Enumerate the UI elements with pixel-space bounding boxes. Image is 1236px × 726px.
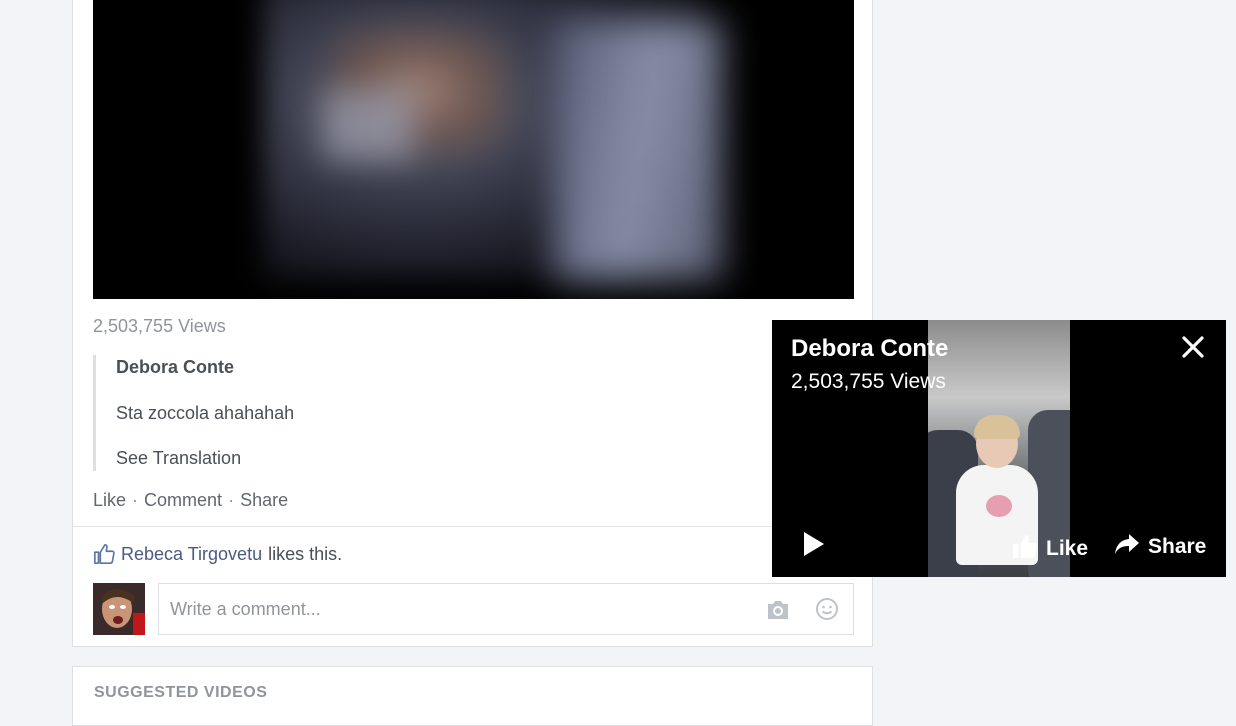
camera-icon[interactable] [765, 599, 791, 626]
comment-quote: Debora Conte Sta zoccola ahahahah See Tr… [93, 355, 513, 471]
comment-text: Sta zoccola ahahahah [116, 403, 295, 423]
separator: · [228, 490, 235, 510]
avatar[interactable] [93, 583, 145, 635]
video-frame-blur [323, 90, 413, 160]
mini-like-label: Like [1046, 537, 1089, 560]
thumbs-up-icon [93, 543, 115, 565]
share-arrow-icon [1114, 533, 1140, 561]
suggested-videos-card: SUGGESTED VIDEOS [72, 666, 873, 726]
mini-player-views: 2,503,755 Views [791, 370, 946, 393]
suggested-videos-heading: SUGGESTED VIDEOS [94, 684, 268, 701]
mini-share-label: Share [1148, 535, 1207, 558]
comment-input[interactable] [168, 597, 732, 621]
see-translation-link[interactable]: See Translation [116, 448, 241, 469]
post-card: 2,503,755 Views Debora Conte Sta zoccola… [72, 0, 873, 647]
child-hair [974, 415, 1020, 439]
comment-link[interactable]: Comment [144, 490, 222, 511]
shirt-print [986, 495, 1012, 517]
like-link[interactable]: Like [93, 490, 126, 511]
play-icon[interactable] [802, 530, 826, 563]
comment-author-link[interactable]: Debora Conte [116, 357, 234, 378]
mini-share-button[interactable]: Share [1114, 533, 1206, 561]
view-count: 2,503,755 Views [93, 316, 226, 336]
separator: · [132, 490, 139, 510]
mini-player-title[interactable]: Debora Conte [791, 335, 948, 363]
comment-field[interactable] [158, 583, 854, 635]
video-player[interactable] [93, 0, 854, 299]
video-frame-blur [553, 20, 723, 280]
share-link[interactable]: Share [240, 490, 288, 511]
thumbs-up-icon [1012, 533, 1038, 565]
mini-video-player[interactable]: Debora Conte 2,503,755 Views Like Share [772, 320, 1226, 577]
likes-summary: Rebeca Tirgovetu likes this. [93, 543, 342, 565]
smiley-icon[interactable] [815, 597, 839, 626]
likes-suffix: likes this. [268, 543, 343, 564]
divider [73, 526, 872, 527]
post-actions: Like · Comment · Share [93, 490, 288, 511]
mini-like-button[interactable]: Like [1012, 533, 1088, 565]
liker-name-link[interactable]: Rebeca Tirgovetu [121, 544, 262, 565]
close-icon[interactable] [1180, 334, 1206, 360]
